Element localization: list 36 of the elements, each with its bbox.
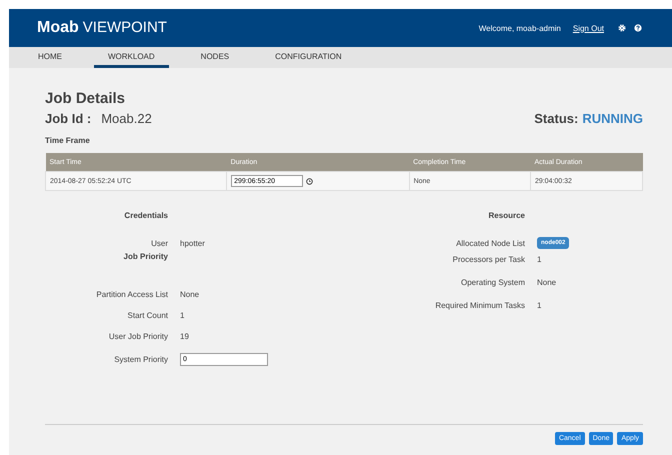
status-value: RUNNING xyxy=(582,111,643,126)
field-label: Partition Access List xyxy=(95,290,168,299)
field-label: System Priority xyxy=(113,355,168,364)
section-title: Resource xyxy=(488,211,525,222)
section-title: Time Frame xyxy=(45,136,91,145)
logo-subtitle: VIEWPOINT xyxy=(82,19,167,36)
job-id-value: Moab.22 xyxy=(101,111,152,126)
field-value: None xyxy=(537,278,556,287)
field-label: Processors per Task xyxy=(452,255,525,264)
field-label: Required Minimum Tasks xyxy=(434,301,525,310)
nav-tab[interactable]: NODES xyxy=(186,47,244,68)
page-title: Job Details xyxy=(45,90,126,107)
field-label: Start Count xyxy=(126,311,168,320)
field-value: hpotter xyxy=(180,239,205,248)
field-value: 1 xyxy=(180,311,184,320)
clock-icon[interactable] xyxy=(306,178,314,184)
field-label: Operating System xyxy=(460,278,525,287)
status-label: Status: xyxy=(534,111,578,126)
field-label: User Job Priority xyxy=(108,332,168,341)
settings-icon[interactable] xyxy=(618,24,626,32)
section-title: Credentials xyxy=(123,211,168,222)
welcome-text: Welcome, moab-admin xyxy=(478,24,561,32)
nav-tab[interactable]: CONFIGURATION xyxy=(261,47,356,68)
nav-tab[interactable]: WORKLOAD xyxy=(94,47,169,68)
logo-text: Moab xyxy=(37,19,79,36)
help-icon[interactable] xyxy=(634,24,642,32)
field-label: Allocated Node List xyxy=(455,238,525,248)
field-value: 19 xyxy=(180,332,189,341)
sign-out-link[interactable]: Sign Out xyxy=(572,24,604,32)
field-value: None xyxy=(180,290,200,299)
field-value: 1 xyxy=(537,301,542,310)
job-id-label: Job Id : xyxy=(45,111,92,126)
section-title: Job Priority xyxy=(122,252,168,263)
field-label: User xyxy=(150,239,168,248)
nav-tab[interactable]: HOME xyxy=(24,47,76,68)
field-value: 1 xyxy=(537,255,542,264)
